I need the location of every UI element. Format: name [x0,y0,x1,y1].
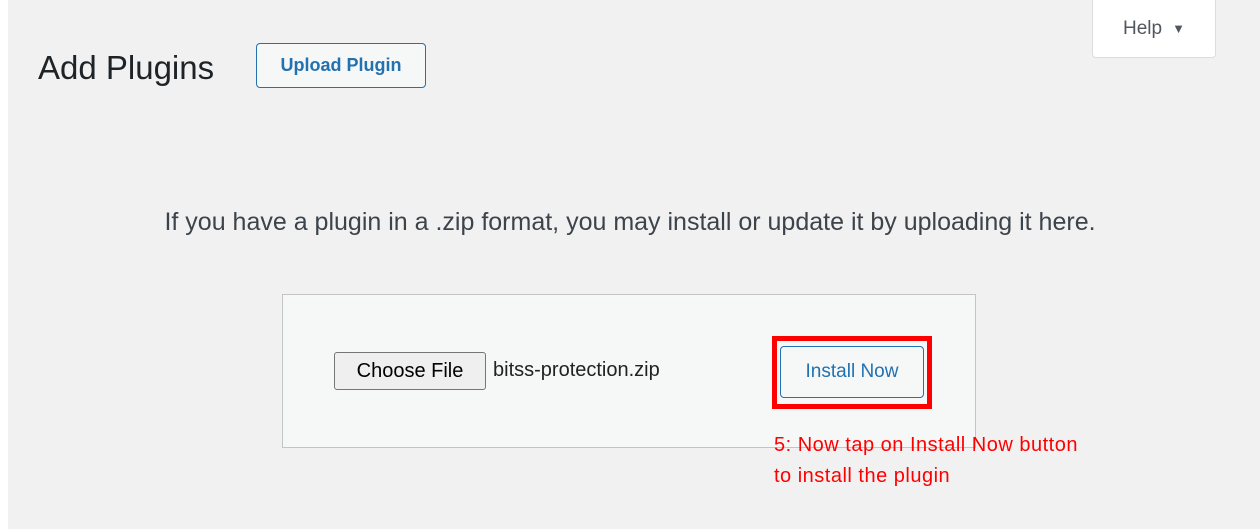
install-now-button[interactable]: Install Now [780,346,924,398]
triangle-down-icon: ▼ [1172,21,1185,36]
help-tab-label: Help [1123,17,1163,39]
upload-plugin-button[interactable]: Upload Plugin [256,43,426,88]
annotation-line-1: 5: Now tap on Install Now button [774,434,1078,456]
page-title: Add Plugins [38,49,215,86]
annotation-line-2: to install the plugin [774,465,951,487]
selected-file-name: bitss-protection.zip [493,359,660,381]
help-tab-button[interactable]: Help ▼ [1092,0,1216,58]
choose-file-button[interactable]: Choose File [334,352,486,390]
upload-instructions: If you have a plugin in a .zip format, y… [164,208,1096,236]
tutorial-annotation: 5: Now tap on Install Now button to inst… [774,430,1078,492]
